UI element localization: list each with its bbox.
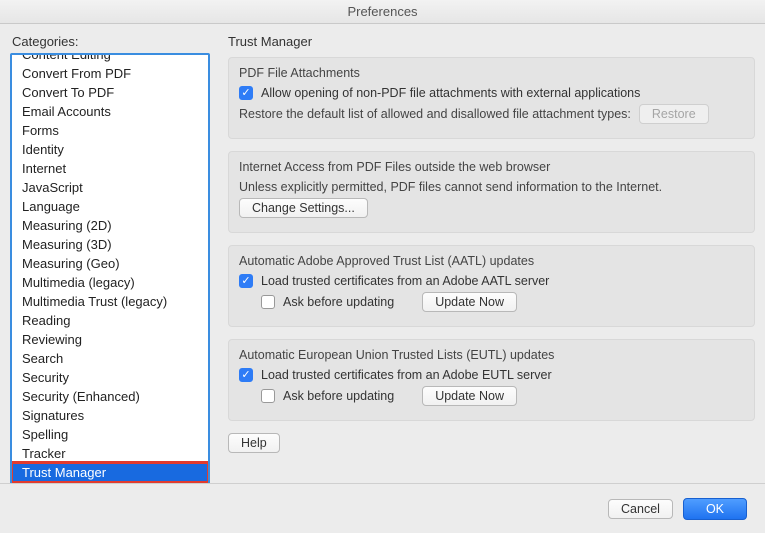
category-item-email-accounts[interactable]: Email Accounts — [12, 102, 208, 121]
category-item-signatures[interactable]: Signatures — [12, 406, 208, 425]
checkbox-allow-open-nonpdf[interactable] — [239, 86, 253, 100]
category-item-convert-from-pdf[interactable]: Convert From PDF — [12, 64, 208, 83]
internet-desc: Unless explicitly permitted, PDF files c… — [239, 180, 662, 194]
category-item-measuring-3d[interactable]: Measuring (3D) — [12, 235, 208, 254]
window-title: Preferences — [347, 4, 417, 19]
category-item-language[interactable]: Language — [12, 197, 208, 216]
category-item-content-editing[interactable]: Content Editing — [12, 53, 208, 64]
category-item-security-enhanced[interactable]: Security (Enhanced) — [12, 387, 208, 406]
window-titlebar: Preferences — [0, 0, 765, 24]
group-title-internet: Internet Access from PDF Files outside t… — [239, 160, 744, 174]
checkbox-aatl-ask[interactable] — [261, 295, 275, 309]
category-item-forms[interactable]: Forms — [12, 121, 208, 140]
checkbox-aatl-load[interactable] — [239, 274, 253, 288]
categories-label: Categories: — [12, 34, 210, 49]
group-pdf-attachments: PDF File Attachments Allow opening of no… — [228, 57, 755, 139]
restore-button[interactable]: Restore — [639, 104, 709, 124]
eutl-update-now-button[interactable]: Update Now — [422, 386, 517, 406]
category-item-tracker[interactable]: Tracker — [12, 444, 208, 463]
categories-list[interactable]: Content EditingConvert From PDFConvert T… — [10, 53, 210, 515]
cancel-button[interactable]: Cancel — [608, 499, 673, 519]
category-item-spelling[interactable]: Spelling — [12, 425, 208, 444]
group-internet-access: Internet Access from PDF Files outside t… — [228, 151, 755, 233]
label-restore-default: Restore the default list of allowed and … — [239, 107, 631, 121]
category-item-multimedia-trust-legacy[interactable]: Multimedia Trust (legacy) — [12, 292, 208, 311]
group-aatl: Automatic Adobe Approved Trust List (AAT… — [228, 245, 755, 327]
category-item-security[interactable]: Security — [12, 368, 208, 387]
category-item-javascript[interactable]: JavaScript — [12, 178, 208, 197]
label-allow-open-nonpdf: Allow opening of non-PDF file attachment… — [261, 86, 640, 100]
label-eutl-load: Load trusted certificates from an Adobe … — [261, 368, 552, 382]
group-title-aatl: Automatic Adobe Approved Trust List (AAT… — [239, 254, 744, 268]
category-item-internet[interactable]: Internet — [12, 159, 208, 178]
category-item-identity[interactable]: Identity — [12, 140, 208, 159]
category-item-search[interactable]: Search — [12, 349, 208, 368]
category-item-trust-manager[interactable]: Trust Manager — [12, 463, 208, 482]
aatl-update-now-button[interactable]: Update Now — [422, 292, 517, 312]
category-item-multimedia-legacy[interactable]: Multimedia (legacy) — [12, 273, 208, 292]
category-item-reviewing[interactable]: Reviewing — [12, 330, 208, 349]
dialog-footer: Cancel OK — [0, 483, 765, 533]
checkbox-eutl-load[interactable] — [239, 368, 253, 382]
checkbox-eutl-ask[interactable] — [261, 389, 275, 403]
category-item-measuring-2d[interactable]: Measuring (2D) — [12, 216, 208, 235]
change-settings-button[interactable]: Change Settings... — [239, 198, 368, 218]
group-title-eutl: Automatic European Union Trusted Lists (… — [239, 348, 744, 362]
label-eutl-ask: Ask before updating — [283, 389, 394, 403]
category-item-convert-to-pdf[interactable]: Convert To PDF — [12, 83, 208, 102]
help-button[interactable]: Help — [228, 433, 280, 453]
label-aatl-load: Load trusted certificates from an Adobe … — [261, 274, 549, 288]
panel-title: Trust Manager — [228, 34, 755, 49]
group-eutl: Automatic European Union Trusted Lists (… — [228, 339, 755, 421]
group-title-attachments: PDF File Attachments — [239, 66, 744, 80]
category-item-measuring-geo[interactable]: Measuring (Geo) — [12, 254, 208, 273]
ok-button[interactable]: OK — [683, 498, 747, 520]
category-item-reading[interactable]: Reading — [12, 311, 208, 330]
label-aatl-ask: Ask before updating — [283, 295, 394, 309]
